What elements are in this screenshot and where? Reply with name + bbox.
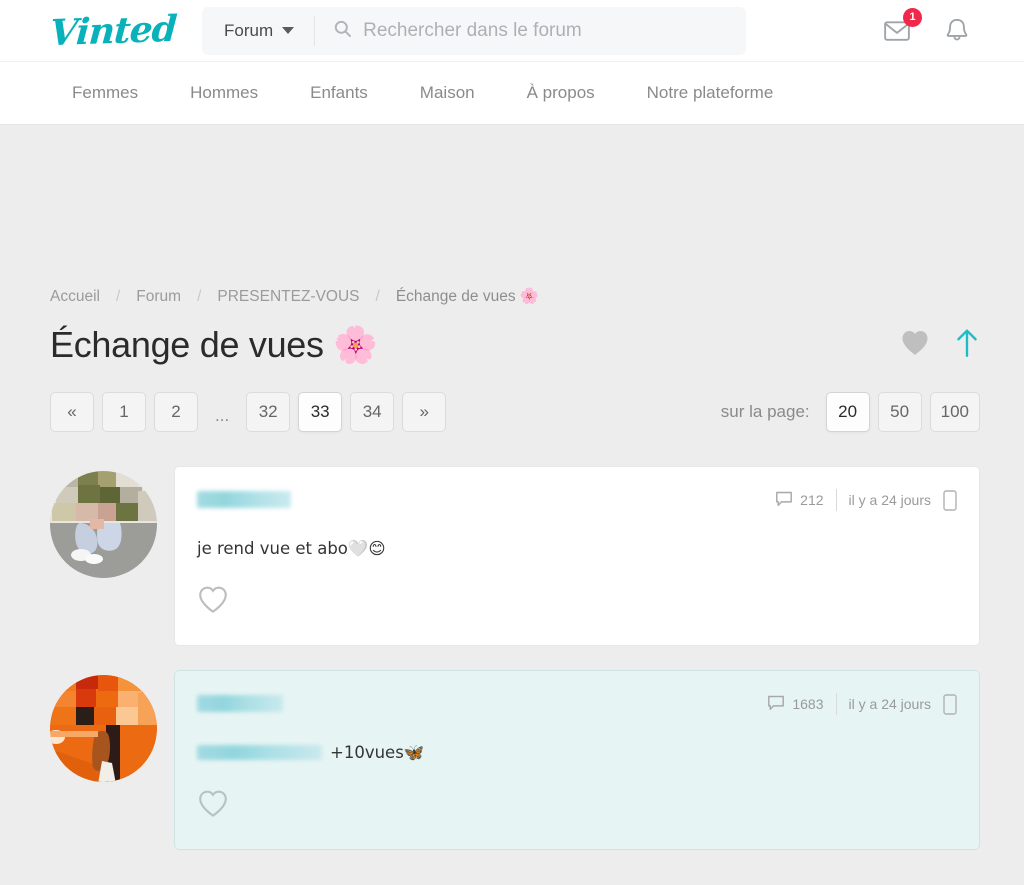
post-time: il y a 24 jours	[848, 696, 931, 713]
username-redacted[interactable]	[197, 695, 283, 713]
messages-badge: 1	[903, 7, 922, 27]
breadcrumb-separator: /	[197, 287, 202, 305]
nav-item-femmes[interactable]: Femmes	[50, 83, 164, 103]
comments-count-group: 212	[775, 490, 824, 511]
nav-item-hommes[interactable]: Hommes	[164, 83, 284, 103]
breadcrumb-separator: /	[375, 287, 380, 305]
heart-filled-icon[interactable]	[900, 329, 930, 361]
search-bar: Forum	[202, 6, 746, 55]
heart-outline-icon[interactable]	[197, 585, 229, 614]
user-avatar[interactable]	[50, 471, 157, 578]
breadcrumb-item-accueil[interactable]: Accueil	[50, 288, 100, 306]
page-content: Accueil / Forum / PRESENTEZ-VOUS / Échan…	[0, 125, 1024, 851]
heart-outline-icon[interactable]	[197, 789, 229, 818]
mobile-device-icon	[943, 693, 957, 715]
meta-divider	[835, 489, 837, 511]
meta-divider	[835, 693, 837, 716]
post-body: je rend vue et abo🤍😊	[197, 537, 957, 561]
chevron-down-icon	[282, 27, 295, 34]
post-time: il y a 24 jours	[848, 492, 931, 508]
breadcrumb-separator: /	[115, 287, 121, 305]
forum-post: 1683 il y a 24 jours +10vues🦋	[50, 670, 1004, 851]
nav-item-maison[interactable]: Maison	[394, 83, 501, 103]
comments-count-group: 1683	[767, 694, 824, 715]
pagination: « 1 2 ... 32 33 34 »	[50, 392, 447, 432]
vinted-logo[interactable]: Vinted	[0, 0, 200, 62]
top-bar: Vinted Forum 1	[0, 0, 1024, 62]
per-page-label: sur la page:	[720, 402, 810, 421]
comment-bubble-icon	[775, 490, 793, 511]
pagination-ellipsis: ...	[215, 406, 230, 425]
logo-text: Vinted	[48, 7, 178, 54]
per-page-option-100[interactable]: 100	[929, 392, 980, 432]
title-actions	[900, 328, 1004, 363]
post-meta: 212 il y a 24 jours	[775, 487, 957, 511]
post-meta: 1683 il y a 24 jours	[767, 691, 957, 716]
post-actions	[197, 585, 957, 619]
post-text: je rend vue et abo🤍😊	[197, 539, 386, 558]
post-card: 212 il y a 24 jours je rend vue et abo🤍😊	[174, 466, 980, 647]
username-redacted[interactable]	[197, 491, 291, 508]
pagination-prev[interactable]: «	[50, 392, 94, 432]
search-icon	[333, 19, 352, 43]
mobile-device-icon	[943, 489, 957, 511]
pagination-page-32[interactable]: 32	[246, 392, 291, 432]
per-page-option-50[interactable]: 50	[877, 392, 922, 432]
main-navigation: Femmes Hommes Enfants Maison À propos No…	[0, 62, 1024, 125]
comments-count: 212	[800, 492, 824, 508]
breadcrumb: Accueil / Forum / PRESENTEZ-VOUS / Échan…	[50, 287, 1004, 306]
messages-button[interactable]: 1	[882, 7, 922, 46]
post-header: 212 il y a 24 jours	[197, 487, 957, 511]
pagination-page-33-current[interactable]: 33	[298, 392, 343, 432]
comments-count: 1683	[792, 696, 824, 713]
breadcrumb-item-presentez-vous[interactable]: PRESENTEZ-VOUS	[217, 288, 359, 306]
post-actions	[197, 789, 957, 823]
arrow-up-icon[interactable]	[954, 328, 980, 363]
per-page-option-20[interactable]: 20	[825, 392, 870, 432]
nav-item-enfants[interactable]: Enfants	[284, 83, 394, 103]
search-field	[315, 19, 746, 43]
comment-bubble-icon	[767, 694, 785, 715]
post-card: 1683 il y a 24 jours +10vues🦋	[174, 670, 980, 851]
nav-item-a-propos[interactable]: À propos	[501, 83, 621, 103]
pagination-page-2[interactable]: 2	[154, 392, 198, 432]
title-row: Échange de vues 🌸	[50, 324, 1004, 366]
post-text: +10vues🦋	[330, 743, 425, 763]
nav-item-notre-plateforme[interactable]: Notre plateforme	[621, 83, 800, 103]
pagination-page-1[interactable]: 1	[102, 392, 146, 432]
top-bar-icons: 1	[882, 7, 1000, 46]
pagination-page-34[interactable]: 34	[350, 392, 395, 432]
post-text-redacted	[197, 745, 322, 761]
breadcrumb-item-current: Échange de vues 🌸	[395, 288, 540, 305]
post-body: +10vues🦋	[197, 741, 957, 765]
pagination-row: « 1 2 ... 32 33 34 » sur la page: 20 50 …	[50, 392, 1004, 432]
per-page-selector: sur la page: 20 50 100	[721, 392, 980, 432]
post-header: 1683 il y a 24 jours	[197, 691, 957, 716]
page-title: Échange de vues 🌸	[50, 324, 378, 365]
breadcrumb-item-forum[interactable]: Forum	[136, 288, 181, 306]
user-avatar[interactable]	[50, 675, 157, 783]
search-input[interactable]	[363, 19, 746, 42]
pagination-next[interactable]: »	[402, 392, 447, 432]
notifications-button[interactable]	[942, 16, 972, 46]
forum-post: 212 il y a 24 jours je rend vue et abo🤍😊	[50, 466, 1004, 647]
search-category-dropdown[interactable]: Forum	[202, 15, 316, 46]
search-category-label: Forum	[224, 20, 274, 40]
